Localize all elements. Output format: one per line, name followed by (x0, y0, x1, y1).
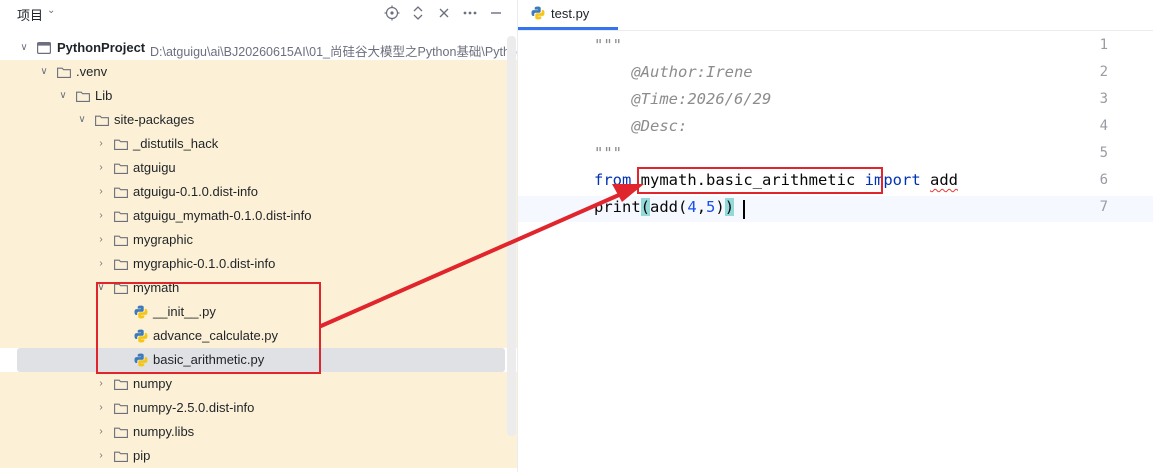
folder-icon (114, 162, 128, 174)
tree-item-lib[interactable]: ∨ Lib (0, 84, 517, 108)
chevron-right-icon[interactable]: › (96, 426, 106, 437)
chevron-down-icon[interactable]: ⌄ (47, 5, 55, 16)
tree-item-label: numpy (133, 376, 173, 391)
annotation-box-mymath (96, 282, 321, 374)
chevron-right-icon[interactable]: › (96, 234, 106, 245)
imported-name: add (930, 171, 958, 189)
tree-item-numpy[interactable]: › numpy (0, 372, 517, 396)
chevron-down-icon[interactable]: ∨ (39, 66, 49, 77)
folder-icon (114, 402, 128, 414)
line-number: 3 (1099, 91, 1108, 107)
more-options-icon[interactable] (461, 4, 479, 22)
tree-item-atguigu-dist-info[interactable]: › atguigu-0.1.0.dist-info (0, 180, 517, 204)
chevron-right-icon[interactable]: › (96, 186, 106, 197)
tree-item-label: atguigu (133, 160, 176, 175)
folder-icon (114, 426, 128, 438)
project-path: D:\atguigu\ai\BJ20260615AI\01_尚硅谷大模型之Pyt… (150, 45, 517, 59)
keyword-from: from (594, 171, 632, 189)
locate-icon[interactable] (383, 4, 401, 22)
text-caret (743, 200, 745, 219)
chevron-right-icon[interactable]: › (96, 450, 106, 461)
number-arg: 4 (687, 198, 697, 216)
tree-item-label: numpy.libs (133, 424, 195, 439)
tree-item-numpy-libs[interactable]: › numpy.libs (0, 420, 517, 444)
tab-test-py[interactable]: test.py (518, 0, 618, 30)
tree-item-label: PythonProject (57, 40, 146, 55)
tree-item-mygraphic-dist-info[interactable]: › mygraphic-0.1.0.dist-info (0, 252, 517, 276)
tree-item-pythonproject[interactable]: ∨ PythonProject D:\atguigu\ai\BJ20260615… (0, 36, 517, 60)
folder-icon (114, 450, 128, 462)
tree-item-atguigu[interactable]: › atguigu (0, 156, 517, 180)
comma: , (696, 198, 707, 216)
tree-item-atguigu-mymath-dist-info[interactable]: › atguigu_mymath-0.1.0.dist-info (0, 204, 517, 228)
line-number: 1 (1099, 37, 1108, 53)
chevron-right-icon[interactable]: › (96, 378, 106, 389)
tree-item-label: mygraphic (133, 232, 193, 247)
project-folder-icon (37, 42, 52, 55)
project-panel: 项目 ⌄ ∨ PythonProject D:\atguigu\ai\BJ202… (0, 0, 517, 472)
tree-item-label: site-packages (114, 112, 195, 127)
tab-label: test.py (551, 6, 590, 21)
folder-icon (114, 234, 128, 246)
annotation-box-import (637, 167, 883, 194)
tree-item-label: _distutils_hack (133, 136, 219, 151)
code-line-5: """ (594, 144, 622, 162)
minimize-icon[interactable] (487, 4, 505, 22)
chevron-right-icon[interactable]: › (96, 138, 106, 149)
folder-icon (114, 138, 128, 150)
call-add: add( (650, 198, 688, 216)
project-panel-title[interactable]: 项目 (17, 5, 43, 24)
tree-item-label: atguigu_mymath-0.1.0.dist-info (133, 208, 312, 223)
tree-item-mygraphic[interactable]: › mygraphic (0, 228, 517, 252)
code-line-2: @Author:Irene (594, 63, 753, 81)
tree-item-label: .venv (76, 64, 108, 79)
folder-icon (57, 66, 71, 78)
folder-icon (114, 210, 128, 222)
number-arg: 5 (706, 198, 716, 216)
tab-strip-divider (518, 30, 1153, 31)
tree-scrollbar[interactable] (507, 36, 516, 436)
chevron-right-icon[interactable]: › (96, 162, 106, 173)
folder-icon (114, 378, 128, 390)
folder-icon (114, 258, 128, 270)
tree-item-numpy-dist-info[interactable]: › numpy-2.5.0.dist-info (0, 396, 517, 420)
close-panel-icon[interactable] (435, 4, 453, 22)
tree-item-pip[interactable]: › pip (0, 444, 517, 468)
project-panel-header: 项目 ⌄ (0, 0, 517, 28)
bracket-open: ( (640, 198, 651, 216)
tree-item-label: atguigu-0.1.0.dist-info (133, 184, 259, 199)
chevron-down-icon[interactable]: ∨ (77, 114, 87, 125)
folder-icon (114, 186, 128, 198)
builtin-print: print (594, 198, 641, 216)
chevron-down-icon[interactable]: ∨ (58, 90, 68, 101)
tree-item-label: Lib (95, 88, 113, 103)
bracket-close: ) (715, 198, 725, 216)
tree-item-distutils-hack[interactable]: › _distutils_hack (0, 132, 517, 156)
folder-icon (95, 114, 109, 126)
code-line-3: @Time:2026/6/29 (594, 90, 772, 108)
tree-item-label: mygraphic-0.1.0.dist-info (133, 256, 276, 271)
tree-item-site-packages[interactable]: ∨ site-packages (0, 108, 517, 132)
folder-icon (76, 90, 90, 102)
line-number: 4 (1099, 118, 1108, 134)
chevron-down-icon[interactable]: ∨ (19, 42, 29, 53)
code-editor[interactable]: test.py 1 2 3 4 5 6 7 """ @Author:Irene … (518, 0, 1153, 472)
line-number: 7 (1099, 199, 1108, 215)
bracket-close-matched: ) (724, 198, 735, 216)
chevron-right-icon[interactable]: › (96, 210, 106, 221)
expand-collapse-icon[interactable] (409, 4, 427, 22)
code-line-7: print(add(4,5)) (594, 198, 735, 216)
tree-item-label: pip (133, 448, 151, 463)
line-number: 2 (1099, 64, 1108, 80)
line-number: 6 (1099, 172, 1108, 188)
code-line-4: @Desc: (594, 117, 688, 135)
line-number: 5 (1099, 145, 1108, 161)
python-file-icon (531, 6, 545, 20)
tree-item-label: numpy-2.5.0.dist-info (133, 400, 255, 415)
code-line-1: """ (594, 36, 622, 54)
tree-item-venv[interactable]: ∨ .venv (0, 60, 517, 84)
chevron-right-icon[interactable]: › (96, 402, 106, 413)
chevron-right-icon[interactable]: › (96, 258, 106, 269)
